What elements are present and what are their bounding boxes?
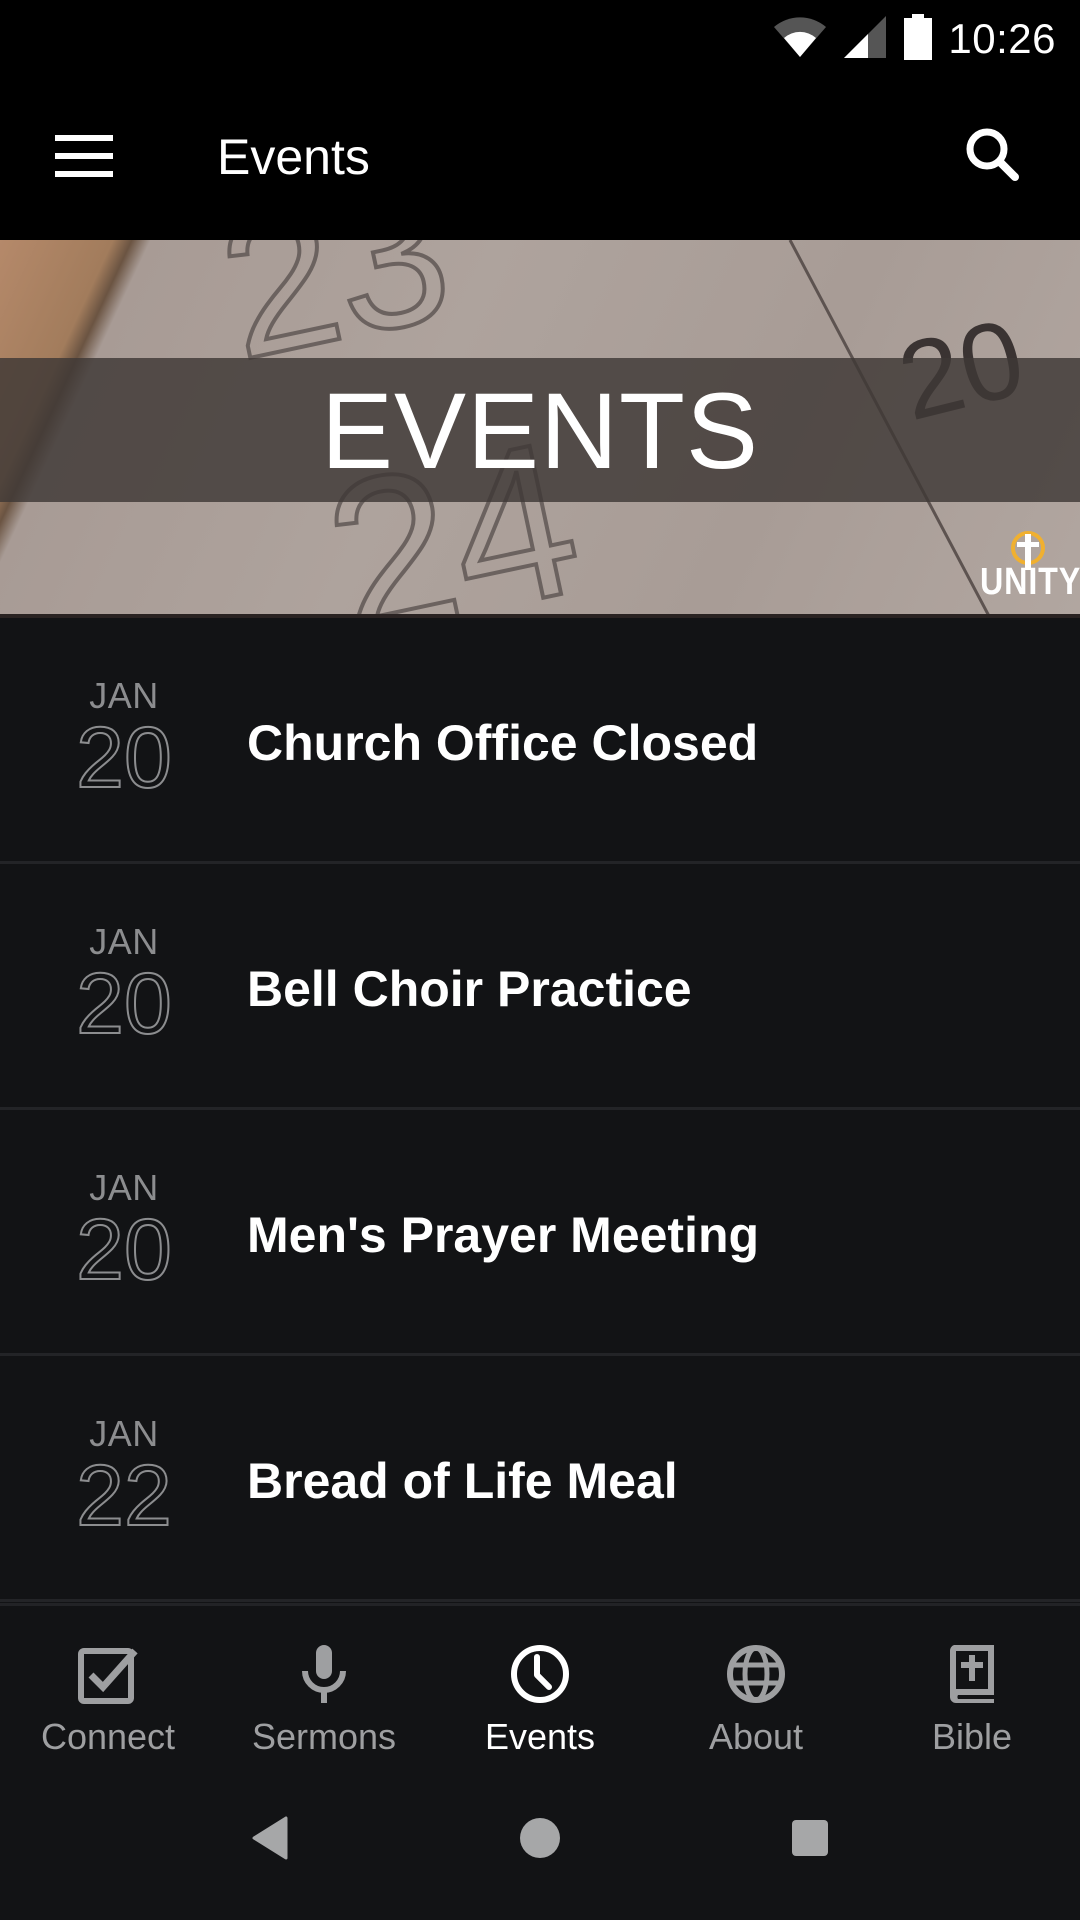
nav-item-bible[interactable]: Bible <box>864 1606 1080 1758</box>
event-list: JAN 20 Church Office Closed JAN 20 Bell … <box>0 618 1080 1602</box>
nav-item-events[interactable]: Events <box>432 1606 648 1758</box>
clock-icon <box>507 1642 573 1706</box>
event-date: JAN 22 <box>60 1414 188 1544</box>
battery-icon <box>902 13 934 65</box>
events-banner: 23 24 20 EVENTS UNITY <box>0 240 1080 618</box>
event-date: JAN 20 <box>60 922 188 1052</box>
event-day: 22 <box>75 1448 173 1544</box>
event-list-item[interactable]: JAN 20 Men's Prayer Meeting <box>0 1110 1080 1356</box>
wifi-icon <box>772 15 828 64</box>
back-button[interactable] <box>240 1810 300 1870</box>
unity-logo-text: UNITY <box>980 561 1080 603</box>
recents-button[interactable] <box>780 1810 840 1870</box>
checkbox-icon <box>75 1642 141 1706</box>
nav-label: Sermons <box>251 1716 397 1757</box>
search-button[interactable] <box>944 108 1040 204</box>
home-circle-icon <box>519 1817 561 1864</box>
nav-label: About <box>708 1716 804 1757</box>
nav-label: Events <box>484 1716 596 1757</box>
event-day: 20 <box>75 710 173 806</box>
nav-label: Connect <box>40 1716 176 1757</box>
page-title: Events <box>217 129 370 185</box>
bottom-navigation: Connect Sermons Events About Bible <box>0 1603 1080 1758</box>
system-navigation-bar <box>0 1758 1080 1920</box>
event-list-item[interactable]: JAN 20 Church Office Closed <box>0 618 1080 864</box>
event-day: 20 <box>75 1202 173 1298</box>
event-list-item[interactable]: JAN 22 Bread of Life Meal <box>0 1356 1080 1602</box>
microphone-icon <box>291 1642 357 1706</box>
event-title: Church Office Closed <box>247 715 759 771</box>
back-triangle-icon <box>250 1816 290 1865</box>
nav-item-about[interactable]: About <box>648 1606 864 1758</box>
home-button[interactable] <box>510 1810 570 1870</box>
banner-title: EVENTS <box>320 369 760 491</box>
bible-icon <box>939 1642 1005 1706</box>
cell-signal-icon <box>842 14 888 65</box>
recents-square-icon <box>790 1818 830 1863</box>
search-icon <box>964 126 1020 187</box>
event-title: Bread of Life Meal <box>247 1453 678 1509</box>
nav-item-connect[interactable]: Connect <box>0 1606 216 1758</box>
status-bar: 10:26 <box>0 0 1080 78</box>
event-title: Bell Choir Practice <box>247 961 692 1017</box>
menu-button[interactable] <box>40 114 128 202</box>
unity-logo: UNITY <box>976 530 1080 610</box>
event-date: JAN 20 <box>60 1168 188 1298</box>
nav-label: Bible <box>931 1716 1013 1757</box>
globe-icon <box>723 1642 789 1706</box>
event-day: 20 <box>75 956 173 1052</box>
app-bar: Events <box>0 78 1080 240</box>
hamburger-menu-icon <box>55 134 113 182</box>
nav-item-sermons[interactable]: Sermons <box>216 1606 432 1758</box>
status-time: 10:26 <box>948 15 1056 62</box>
event-list-item[interactable]: JAN 20 Bell Choir Practice <box>0 864 1080 1110</box>
event-title: Men's Prayer Meeting <box>247 1207 760 1263</box>
event-date: JAN 20 <box>60 676 188 806</box>
